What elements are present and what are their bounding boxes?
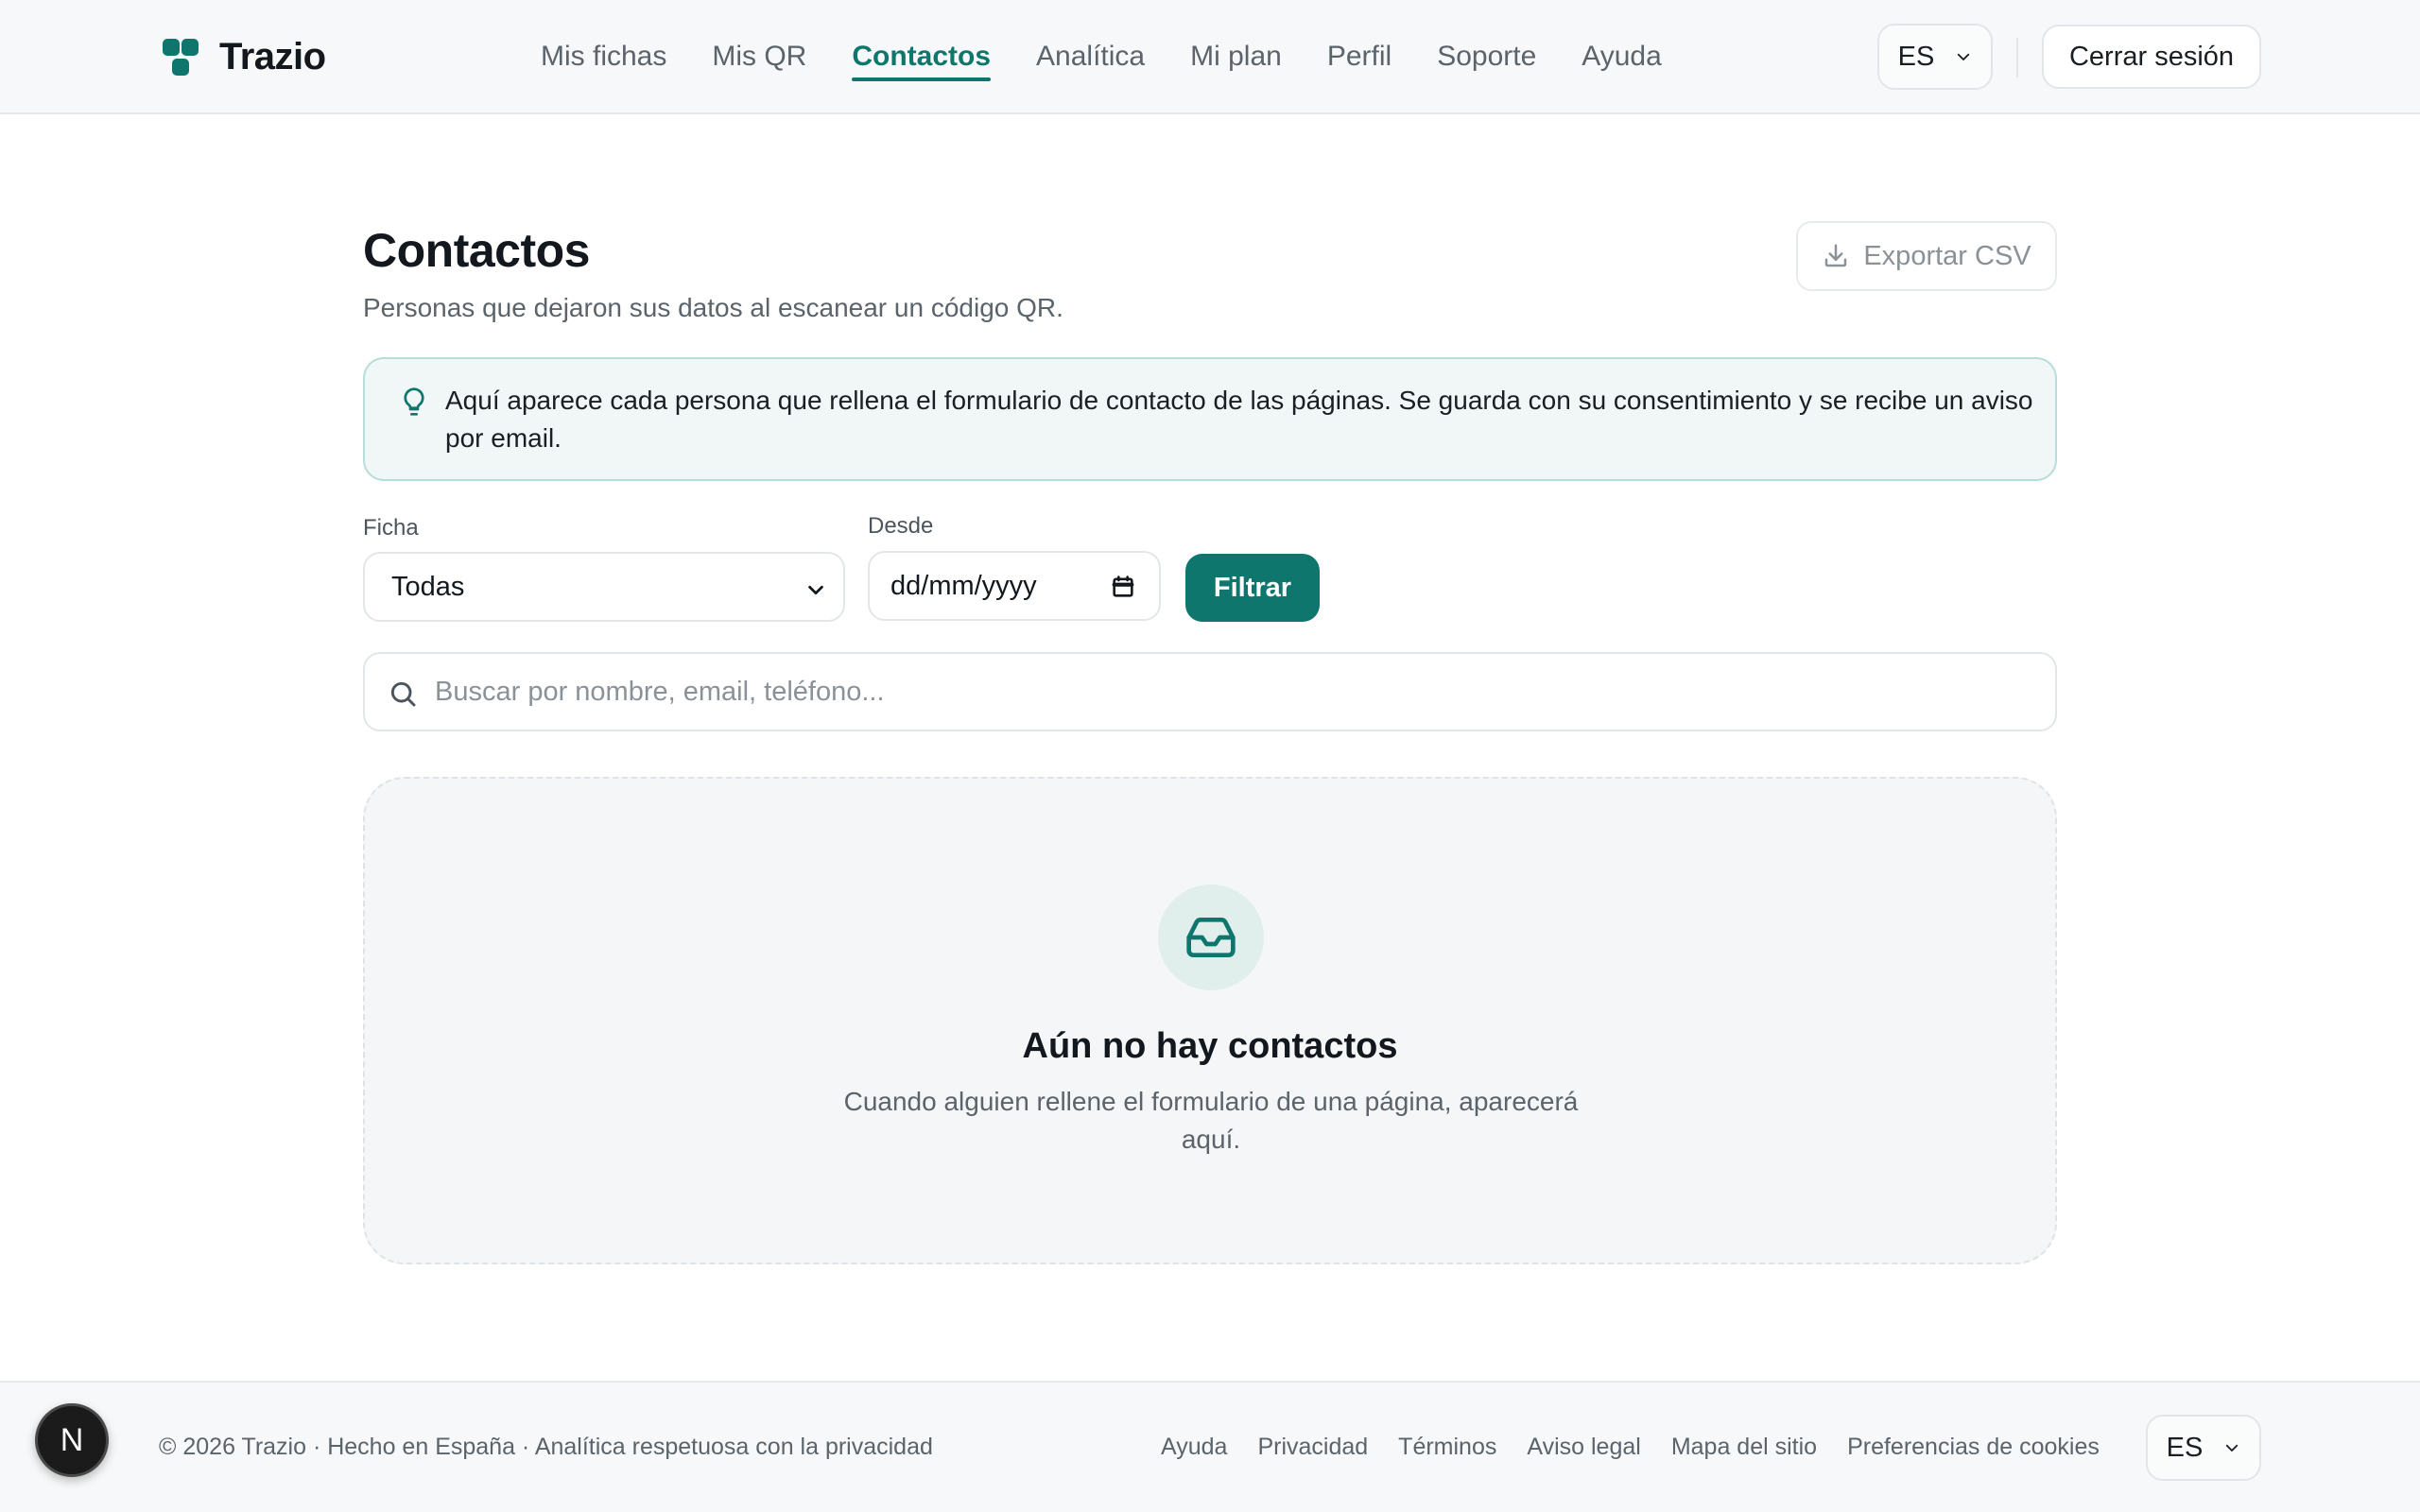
page-title: Contactos [363,224,590,277]
desde-date-input[interactable]: dd/mm/yyyy [868,551,1161,621]
export-csv-button[interactable]: Exportar CSV [1796,221,2057,291]
footer-link-terminos[interactable]: Términos [1398,1434,1496,1461]
nav-item-mis-fichas[interactable]: Mis fichas [541,0,666,113]
filter-button[interactable]: Filtrar [1185,554,1320,622]
nav-item-perfil[interactable]: Perfil [1327,0,1392,113]
desde-label: Desde [868,513,934,539]
language-code: ES [1897,41,1935,72]
calendar-icon[interactable] [1110,574,1136,600]
export-csv-label: Exportar CSV [1863,240,2031,271]
search-input[interactable]: Buscar por nombre, email, teléfono... [363,652,2057,731]
nav-item-soporte[interactable]: Soporte [1437,0,1536,113]
download-icon [1825,244,1847,267]
footer-links: Ayuda Privacidad Términos Aviso legal Ma… [1161,1434,2130,1461]
empty-state-icon-circle [1158,885,1264,990]
lightbulb-icon [404,387,424,416]
brand-name: Trazio [219,36,326,77]
ficha-label: Ficha [363,515,419,541]
date-placeholder: dd/mm/yyyy [890,570,1037,601]
info-banner: Aquí aparece cada persona que rellena el… [363,357,2057,481]
brand-logo-link[interactable]: Trazio [161,36,326,78]
footer: © 2026 Trazio · Hecho en España · Analít… [0,1381,2420,1512]
footer-link-mapa-sitio[interactable]: Mapa del sitio [1671,1434,1817,1461]
language-selector[interactable]: ES [1877,24,1993,90]
nav-item-contactos[interactable]: Contactos [852,0,991,113]
chevron-down-icon [1958,53,1970,60]
empty-state-text: Cuando alguien rellene el formulario de … [843,1087,1579,1154]
info-banner-text: Aquí aparece cada persona que rellena el… [445,386,2033,453]
search-icon [390,681,416,707]
footer-copyright: © 2026 Trazio · Hecho en España · Analít… [159,1434,933,1460]
nav-item-mi-plan[interactable]: Mi plan [1190,0,1282,113]
chevron-down-icon [2226,1444,2238,1452]
trazio-logo-icon [161,37,202,78]
top-navigation-bar: Trazio Mis fichas Mis QR Contactos Analí… [0,0,2420,114]
empty-state-card: Aún no hay contactos Cuando alguien rell… [363,777,2057,1264]
nav-item-analitica[interactable]: Analítica [1036,0,1145,113]
footer-link-privacidad[interactable]: Privacidad [1257,1434,1368,1461]
dev-tools-badge[interactable]: N [35,1403,109,1477]
chevron-down-icon [808,585,823,595]
footer-language-selector[interactable]: ES [2146,1415,2261,1481]
footer-link-aviso-legal[interactable]: Aviso legal [1527,1434,1640,1461]
nav-item-mis-qr[interactable]: Mis QR [712,0,806,113]
ficha-select[interactable]: Todas [363,552,845,622]
ficha-select-value: Todas [391,571,465,602]
header-divider [2016,38,2018,77]
search-placeholder: Buscar por nombre, email, teléfono... [435,677,885,707]
logout-button[interactable]: Cerrar sesión [2042,25,2261,89]
inbox-icon [1186,918,1236,957]
empty-state-title: Aún no hay contactos [1022,1026,1398,1066]
footer-link-ayuda[interactable]: Ayuda [1161,1434,1227,1461]
footer-link-cookies[interactable]: Preferencias de cookies [1847,1434,2100,1461]
nav-item-ayuda[interactable]: Ayuda [1582,0,1662,113]
page-subtitle: Personas que dejaron sus datos al escane… [363,293,1063,322]
main-nav: Mis fichas Mis QR Contactos Analítica Mi… [541,0,1707,113]
footer-language-code: ES [2166,1432,2204,1463]
